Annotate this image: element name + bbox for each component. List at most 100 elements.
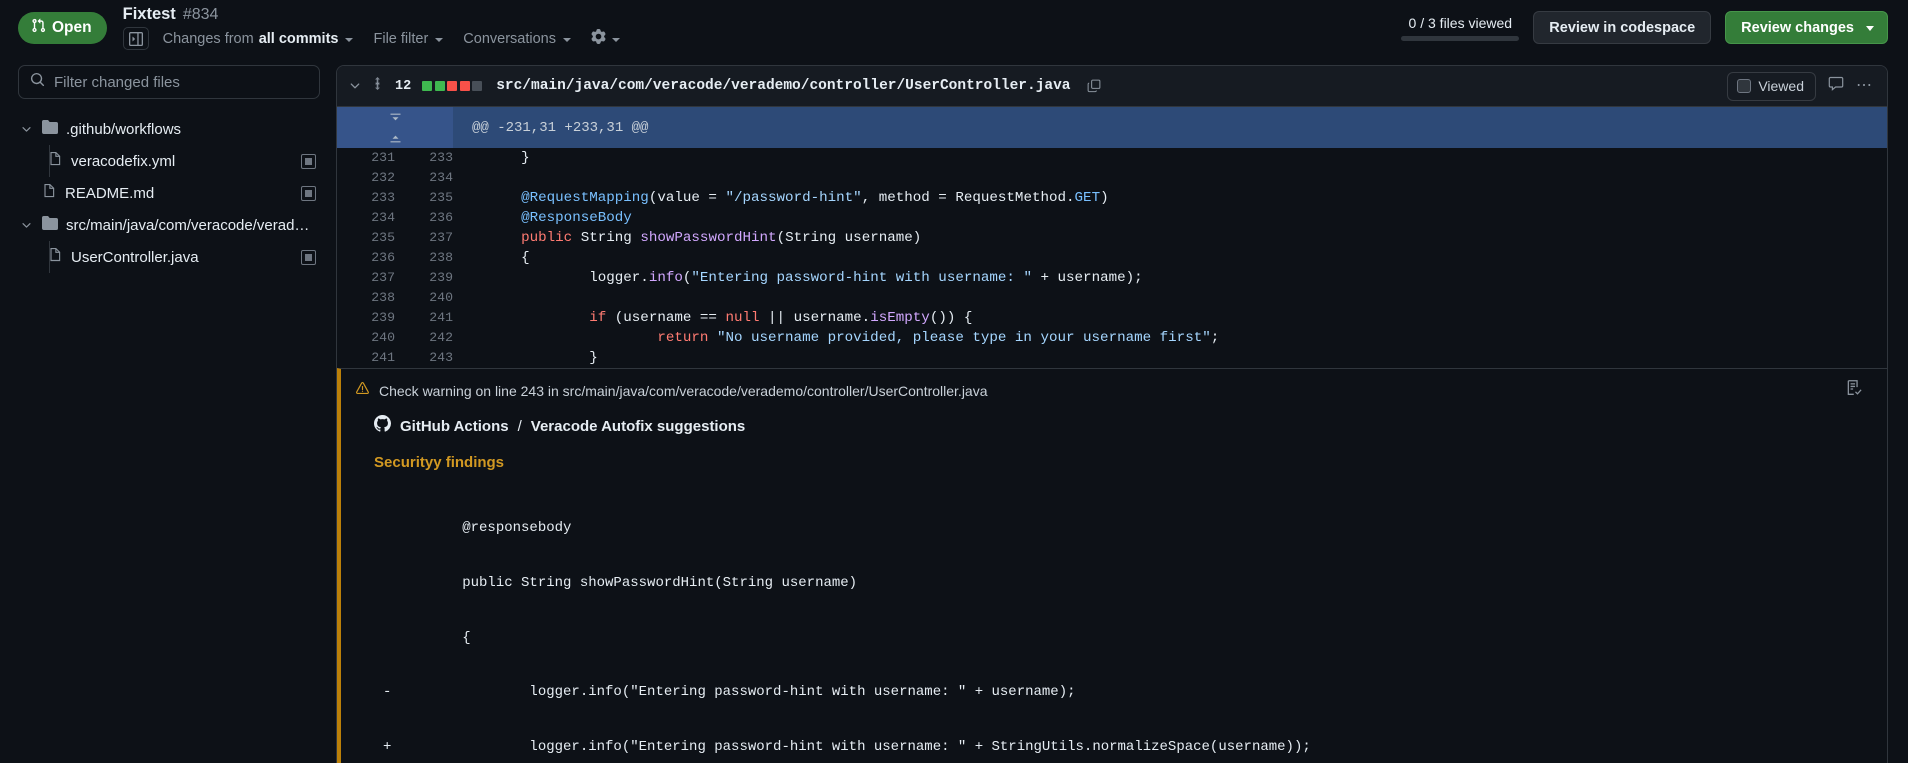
old-line-number: 234: [371, 210, 395, 225]
code-line[interactable]: @RequestMapping(value = "/password-hint"…: [453, 188, 1887, 208]
code-line[interactable]: [453, 168, 1887, 188]
alert-triangle-icon: [355, 381, 370, 401]
checklist-report-icon[interactable]: [1846, 379, 1863, 402]
chevron-down-icon[interactable]: [348, 79, 362, 93]
page-body: .github/workflows veracodefix.yml: [0, 55, 1908, 763]
code-line[interactable]: }: [453, 348, 1887, 368]
review-changes-label: Review changes: [1741, 19, 1854, 36]
tree-item-label: src/main/java/com/veracode/verad…: [66, 216, 310, 234]
changes-scope-label: all commits: [258, 30, 339, 47]
code-line[interactable]: if (username == null || username.isEmpty…: [453, 308, 1887, 328]
diff-changes-count: 12: [395, 78, 412, 94]
hunk-range-label: @@ -231,31 +233,31 @@: [472, 119, 649, 136]
review-changes-button[interactable]: Review changes: [1725, 11, 1888, 44]
chevron-down-icon: [562, 37, 571, 42]
file-status-modified-icon: [301, 249, 316, 265]
code-line[interactable]: logger.info("Entering password-hint with…: [453, 268, 1887, 288]
table-row: 231 233 }: [337, 148, 1887, 168]
filter-changed-files-input[interactable]: [54, 73, 308, 91]
chevron-down-icon: [18, 219, 34, 232]
old-line-number: 232: [371, 170, 395, 185]
suggestion-code-line: public String showPasswordHint(String us…: [349, 574, 1887, 592]
suggestion-line-text: @responsebody: [395, 520, 572, 537]
pr-state-badge: Open: [18, 11, 107, 44]
file-filter-box[interactable]: [18, 65, 320, 99]
tree-file-usercontroller-java[interactable]: UserController.java: [18, 241, 320, 273]
findings-title: Securityy findings: [374, 454, 505, 471]
expand-up-down-icon[interactable]: [337, 107, 453, 148]
old-line-number: 236: [371, 250, 395, 265]
suggestion-line-sign: [349, 519, 395, 537]
hunk-expander[interactable]: [337, 107, 453, 148]
conversations-menu[interactable]: Conversations: [463, 29, 579, 49]
pr-header: Open Fixtest #834 Changes from all commi…: [0, 0, 1908, 55]
review-in-codespace-button[interactable]: Review in codespace: [1533, 11, 1712, 44]
table-row: 232 234: [337, 168, 1887, 188]
diffstat-square-del: [447, 81, 458, 91]
new-line-number: 243: [429, 350, 453, 365]
copy-icon[interactable]: [1087, 79, 1101, 93]
check-annotation: Check warning on line 243 in src/main/ja…: [337, 368, 1887, 763]
github-mark-icon: [374, 415, 391, 438]
chevron-down-icon: [345, 37, 354, 42]
code-line[interactable]: @ResponseBody: [453, 208, 1887, 228]
old-line-number: 239: [371, 310, 395, 325]
pr-title-row: Fixtest #834: [123, 5, 620, 24]
diffstat-square-neutral: [472, 81, 483, 91]
new-line-number: 234: [429, 170, 453, 185]
diff-settings-menu[interactable]: [591, 28, 620, 49]
diff-column: 12 src/main/java/com/veracode/verademo/c…: [336, 55, 1908, 763]
suggestion-line-text: logger.info("Entering password-hint with…: [395, 738, 1311, 755]
search-icon: [30, 72, 45, 92]
tree-file-veracodefix-yml[interactable]: veracodefix.yml: [18, 145, 320, 177]
git-pull-request-icon: [31, 18, 46, 38]
new-line-number: 235: [429, 190, 453, 205]
suggestion-line-sign: [349, 629, 395, 647]
old-line-number: 235: [371, 230, 395, 245]
check-service-name: GitHub Actions: [400, 417, 509, 435]
code-line[interactable]: }: [453, 148, 1887, 168]
viewed-checkbox[interactable]: [1737, 79, 1752, 93]
unfold-icon[interactable]: [371, 76, 384, 96]
suggestion-line-text: {: [395, 629, 471, 646]
diff-file-usercontroller: 12 src/main/java/com/veracode/verademo/c…: [336, 65, 1888, 763]
tree-item-label: veracodefix.yml: [71, 152, 176, 170]
new-line-number: 236: [429, 210, 453, 225]
viewed-toggle[interactable]: Viewed: [1727, 71, 1816, 101]
tree-folder-src-main-java[interactable]: src/main/java/com/veracode/verad…: [18, 209, 320, 241]
new-line-number: 238: [429, 250, 453, 265]
new-line-number: 242: [429, 330, 453, 345]
pr-state-label: Open: [52, 18, 92, 36]
table-row: 235 237 public String showPasswordHint(St…: [337, 228, 1887, 248]
code-line[interactable]: return "No username provided, please typ…: [453, 328, 1887, 348]
changes-from-commits-menu[interactable]: Changes from all commits: [163, 29, 362, 49]
old-line-number: 237: [371, 270, 395, 285]
table-row: 237 239 logger.info("Entering password-hi…: [337, 268, 1887, 288]
diff-hunk-header-row: @@ -231,31 +233,31 @@: [337, 107, 1887, 148]
table-row: 240 242 return "No username provided, ple…: [337, 328, 1887, 348]
new-line-number: 237: [429, 230, 453, 245]
header-actions: 0 / 3 files viewed Review in codespace R…: [1401, 11, 1888, 44]
tree-folder-github-workflows[interactable]: .github/workflows: [18, 113, 320, 145]
files-viewed-bar: [1401, 35, 1520, 41]
viewed-label: Viewed: [1758, 78, 1804, 94]
tree-item-label: README.md: [65, 184, 155, 202]
file-filter-menu[interactable]: File filter: [373, 29, 451, 49]
code-line[interactable]: [453, 288, 1887, 308]
check-service-separator: /: [517, 417, 522, 435]
check-source-line: GitHub Actions / Veracode Autofix sugges…: [341, 415, 1887, 438]
sidebar-expand-icon[interactable]: [122, 27, 149, 51]
code-line[interactable]: public String showPasswordHint(String us…: [453, 228, 1887, 248]
suggestion-code-line: @responsebody: [349, 519, 1887, 537]
changes-from-label: Changes from: [162, 30, 254, 47]
code-line[interactable]: {: [453, 248, 1887, 268]
kebab-horizontal-icon[interactable]: ⋯: [1856, 78, 1874, 94]
file-filter-label: File filter: [373, 30, 429, 47]
table-row: 234 236 @ResponseBody: [337, 208, 1887, 228]
tree-file-readme-md[interactable]: README.md: [18, 177, 320, 209]
table-row: 241 243 }: [337, 348, 1887, 368]
tree-item-label: .github/workflows: [66, 120, 182, 138]
diff-file-path[interactable]: src/main/java/com/veracode/verademo/cont…: [496, 78, 1070, 94]
comment-icon[interactable]: [1828, 76, 1844, 97]
diff-file-header-actions: Viewed ⋯: [1727, 71, 1878, 101]
